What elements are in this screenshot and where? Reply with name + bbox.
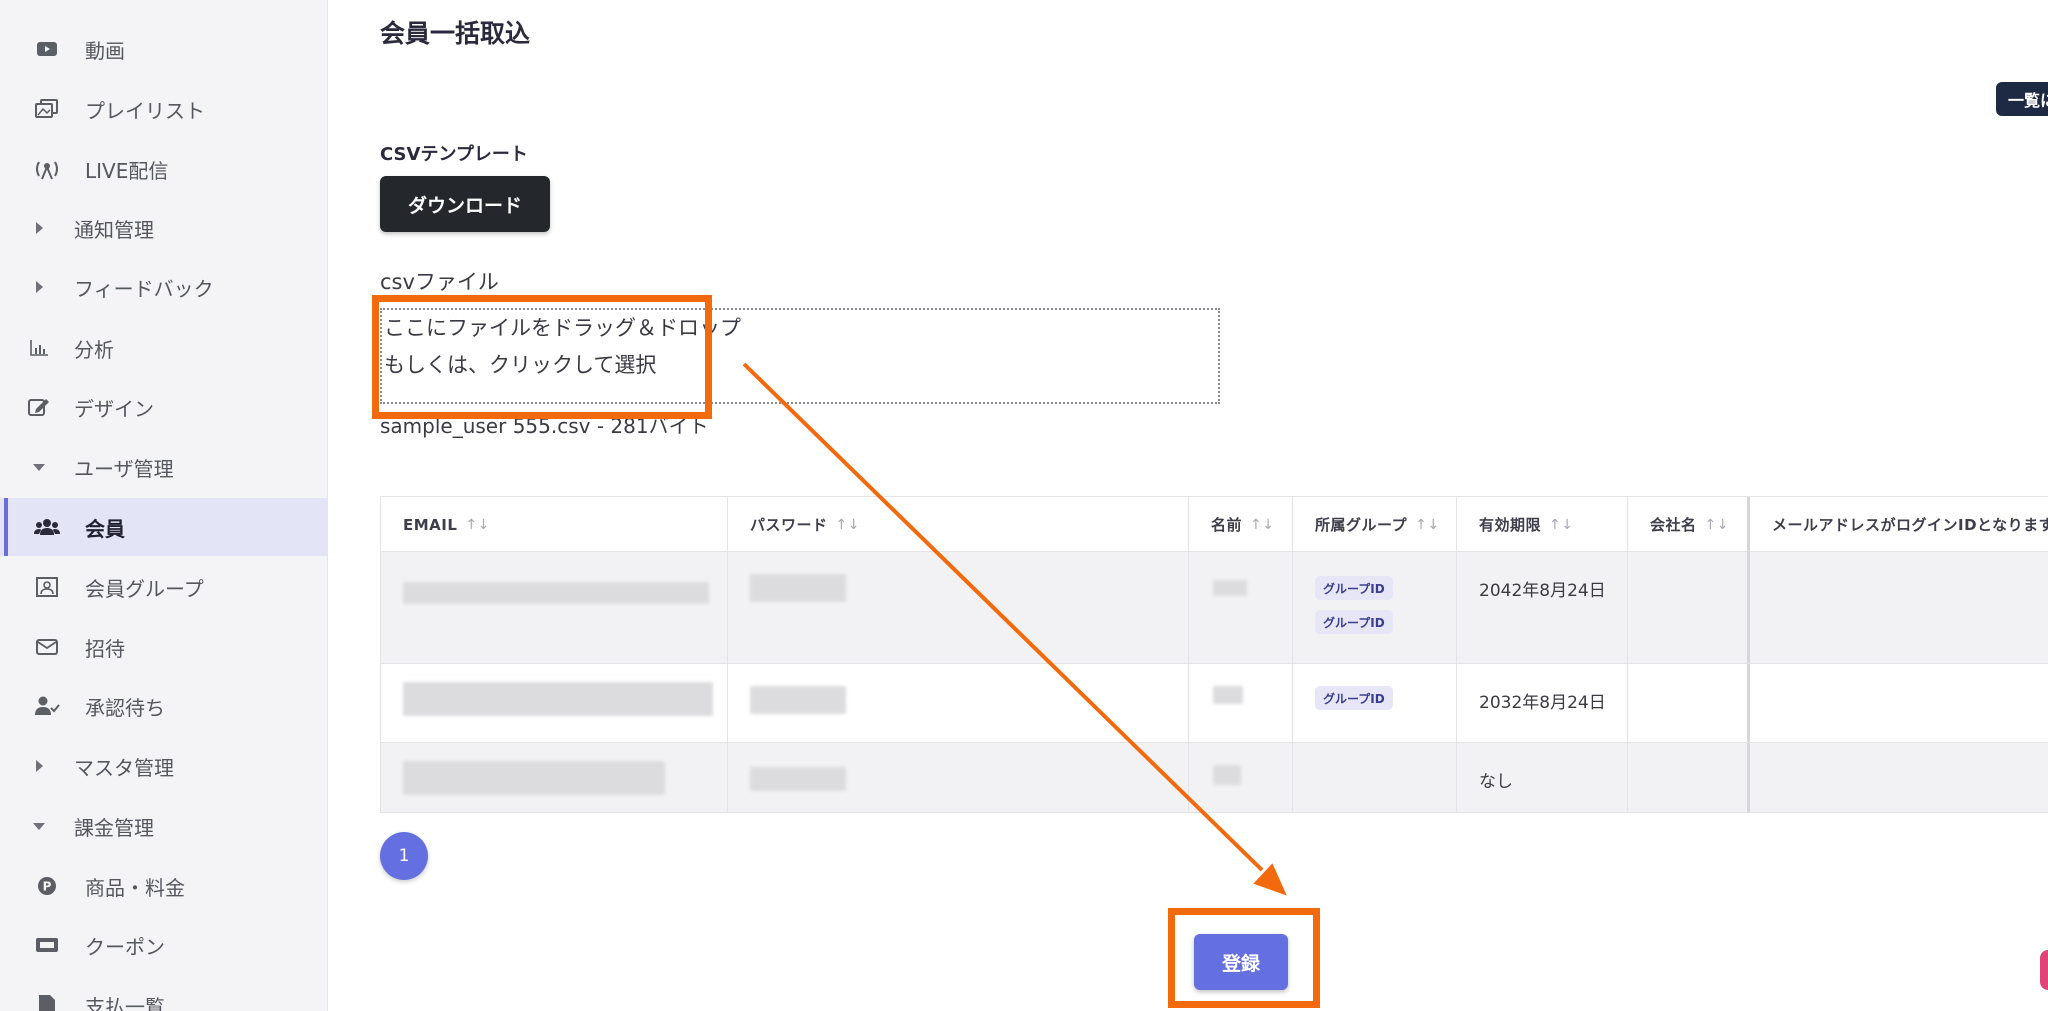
annotation-arrow xyxy=(742,362,1287,896)
help-widget-edge[interactable] xyxy=(2040,950,2048,990)
